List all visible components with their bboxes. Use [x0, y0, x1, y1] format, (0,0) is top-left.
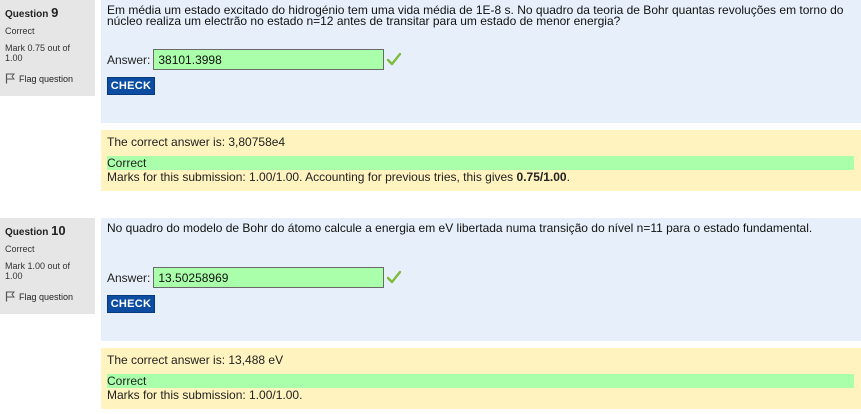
correct-tick-icon — [387, 52, 402, 66]
correct-tick-icon — [387, 270, 402, 284]
marks-total: 0.75/1.00 — [516, 170, 567, 184]
question-10: Question 10 Correct Mark 1.00 out of 1.0… — [0, 218, 861, 414]
flag-question-link[interactable]: Flag question — [5, 291, 95, 302]
check-button[interactable]: CHECK — [107, 77, 155, 95]
feedback-correct: Correct — [107, 374, 854, 388]
question-text: No quadro do modelo de Bohr do átomo cal… — [107, 221, 813, 235]
question-formulation: Em média um estado excitado do hidrogéni… — [101, 0, 861, 123]
flag-question-label: Flag question — [19, 73, 74, 84]
question-formulation: No quadro do modelo de Bohr do átomo cal… — [101, 218, 861, 341]
answer-input[interactable] — [153, 267, 385, 288]
question-info: Question 10 Correct Mark 1.00 out of 1.0… — [0, 218, 95, 314]
marks-summary: Marks for this submission: 1.00/1.00. Ac… — [107, 170, 570, 184]
marks-summary: Marks for this submission: 1.00/1.00. — [107, 388, 303, 402]
answer-row: Answer: — [107, 267, 402, 288]
question-grade: Mark 1.00 out of 1.00 — [5, 261, 71, 281]
question-outcome: The correct answer is: 13,488 eV Correct… — [101, 348, 861, 409]
right-answer: The correct answer is: 3,80758e4 — [107, 135, 286, 149]
flag-question-link[interactable]: Flag question — [5, 73, 95, 84]
answer-row: Answer: — [107, 49, 402, 70]
question-number-value: 9 — [51, 5, 59, 20]
question-text: Em média um estado excitado do hidrogéni… — [107, 3, 844, 28]
question-state: Correct — [5, 26, 35, 36]
question-grade: Mark 0.75 out of 1.00 — [5, 43, 71, 63]
flag-icon — [5, 291, 15, 302]
question-outcome: The correct answer is: 3,80758e4 Correct… — [101, 130, 861, 191]
flag-question-label: Flag question — [19, 291, 74, 302]
question-number-value: 10 — [51, 223, 66, 238]
answer-label: Answer: — [107, 52, 151, 67]
question-info: Question 9 Correct Mark 0.75 out of 1.00… — [0, 0, 95, 96]
question-number: Question 9 — [5, 5, 59, 21]
flag-icon — [5, 73, 15, 84]
feedback-correct: Correct — [107, 156, 854, 170]
check-button[interactable]: CHECK — [107, 295, 155, 313]
question-9: Question 9 Correct Mark 0.75 out of 1.00… — [0, 0, 861, 196]
question-state: Correct — [5, 244, 35, 254]
answer-input[interactable] — [153, 49, 385, 70]
question-number: Question 10 — [5, 223, 66, 239]
answer-label: Answer: — [107, 270, 151, 285]
right-answer: The correct answer is: 13,488 eV — [107, 353, 284, 367]
